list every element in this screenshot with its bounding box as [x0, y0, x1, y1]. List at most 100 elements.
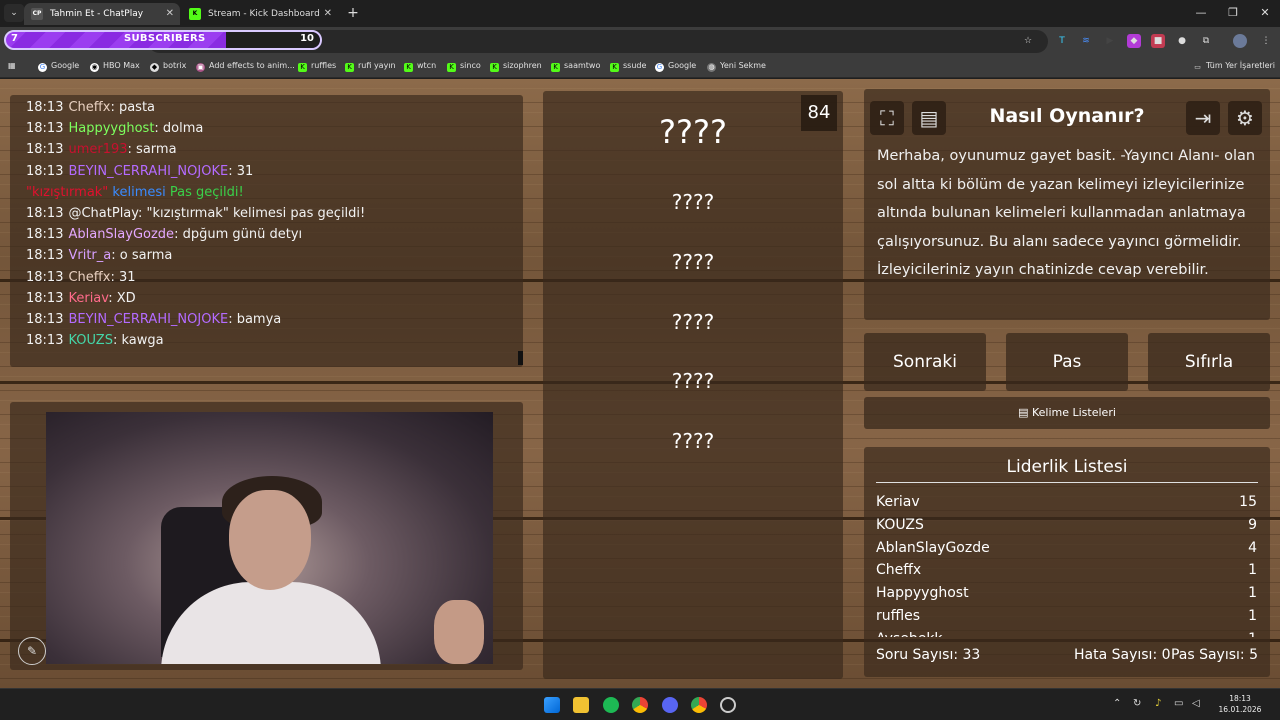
chat-username[interactable]: KOUZS	[68, 333, 113, 348]
chat-message: 18:13 BEYIN_CERRAHI_NOJOKE: 31	[26, 161, 507, 182]
chat-message: 18:13 Vritr_a: o sarma	[26, 245, 507, 266]
chat-username[interactable]: AblanSlayGozde	[68, 227, 174, 242]
purple-extension-icon[interactable]: ◆	[1127, 34, 1141, 48]
chat-timestamp: 18:13	[26, 163, 64, 179]
chat-username[interactable]: Keriav	[68, 291, 108, 306]
red-extension-icon[interactable]: ■	[1151, 34, 1165, 48]
record-extension-icon[interactable]: ●	[1175, 34, 1189, 48]
chat-timestamp: 18:13	[26, 312, 64, 328]
leaderboard-score: 1	[1248, 607, 1257, 624]
chat-timestamp: 18:13	[26, 121, 64, 137]
close-window-icon[interactable]: ✕	[1250, 4, 1280, 22]
microphone-icon[interactable]: ♪	[1155, 698, 1161, 709]
chat-timestamp: 18:13	[26, 206, 64, 222]
leaderboard-list[interactable]: Keriav 15 KOUZS 9 AblanSlayGozde 4 Cheffx 1 Happ…	[876, 491, 1257, 637]
leaderboard-row: Happyyghost 1	[876, 582, 1257, 605]
chrome-icon[interactable]	[632, 697, 648, 713]
app-icon[interactable]	[720, 697, 736, 713]
bookmark-wtcn[interactable]: Kwtcn	[404, 61, 436, 72]
bookmark-google[interactable]: G Google	[38, 61, 79, 72]
bookmark-ruffles[interactable]: Kruffles	[298, 61, 336, 72]
subscriber-goal-widget: 7 SUBSCRIBERS 10	[4, 30, 322, 50]
how-to-play-text: Merhaba, oyunumuz gayet basit. -Yayıncı …	[877, 148, 1256, 278]
bookmark-rufi-yayin[interactable]: Krufi yayın	[345, 61, 396, 72]
chat-message: 18:13 KOUZS: kawga	[26, 330, 507, 351]
bookmark-saamtwo[interactable]: Ksaamtwo	[551, 61, 600, 72]
subscriber-goal: 10	[300, 33, 314, 44]
tab-chatplay[interactable]: CP Tahmin Et - ChatPlay ✕	[24, 3, 180, 25]
chat-username[interactable]: BEYIN_CERRAHI_NOJOKE	[68, 164, 228, 179]
tray-chevron-icon[interactable]: ⌃	[1113, 698, 1121, 709]
all-bookmarks[interactable]: ▭ Tüm Yer İşaretleri	[1193, 61, 1275, 72]
browser-toolbar: net 7 SUBSCRIBERS 10 ☆ T ≋ ▶ ◆ ■ ● ⧉ ⋮	[0, 27, 1280, 56]
minimize-icon[interactable]: —	[1186, 4, 1216, 22]
pass-button[interactable]: Pas	[1006, 333, 1128, 391]
profile-avatar-icon[interactable]	[1233, 34, 1247, 48]
tray-app-icon[interactable]: ↻	[1133, 698, 1141, 709]
chat-messages: 18:13 Cheffx: pasta 18:13 Happyyghost: dolm…	[26, 97, 507, 351]
new-tab-icon[interactable]: +	[344, 3, 362, 23]
bookmark-sizophren[interactable]: Ksizophren	[490, 61, 542, 72]
chat-text: : dpğum günü detyı	[174, 227, 303, 243]
leaderboard-row: Aysebekk 1	[876, 628, 1257, 637]
close-icon[interactable]: ✕	[324, 3, 332, 25]
logout-icon[interactable]: ⇥	[1186, 101, 1220, 135]
chat-text: : "kızıştırmak" kelimesi pas geçildi!	[138, 206, 366, 222]
extensions-puzzle-icon[interactable]: ⧉	[1199, 34, 1213, 48]
chat-username[interactable]: Cheffx	[68, 270, 110, 285]
file-explorer-icon[interactable]	[573, 697, 589, 713]
chat-username[interactable]: @ChatPlay	[68, 206, 138, 221]
leaderboard-score: 1	[1248, 585, 1257, 602]
chat-text: : 31	[110, 269, 136, 285]
chat-message: 18:13 Cheffx: 31	[26, 267, 507, 288]
how-to-play-panel: ⛶ ▤ Nasıl Oynanır? ⇥ ⚙ Merhaba, oyunumuz…	[864, 89, 1270, 320]
windows-start-icon[interactable]	[544, 697, 560, 713]
chat-username[interactable]: Vritr_a	[68, 248, 111, 263]
tab-label: Stream - Kick Dashboard	[208, 9, 320, 19]
play-extension-icon[interactable]: ▶	[1103, 34, 1117, 48]
next-button[interactable]: Sonraki	[864, 333, 986, 391]
notebook-icon: ▤	[1018, 406, 1032, 419]
bookmark-hbo[interactable]: ◉ HBO Max	[90, 61, 140, 72]
network-icon[interactable]: ▭	[1174, 698, 1183, 709]
leaderboard-score: 9	[1248, 516, 1257, 533]
word-lists-button[interactable]: ▤ Kelime Listeleri	[864, 397, 1270, 429]
chat-username[interactable]: BEYIN_CERRAHI_NOJOKE	[68, 312, 228, 327]
reset-button[interactable]: Sıfırla	[1148, 333, 1270, 391]
discord-icon[interactable]	[662, 697, 678, 713]
bookmark-botrix[interactable]: ◆ botrix	[150, 61, 186, 72]
volume-icon[interactable]: ◁	[1192, 698, 1200, 709]
bookmark-ssude[interactable]: Kssude	[610, 61, 646, 72]
restore-icon[interactable]: ❐	[1218, 4, 1248, 22]
system-clock[interactable]: 18:13 16.01.2026	[1210, 693, 1270, 715]
chat-username[interactable]: Happyyghost	[68, 121, 154, 136]
close-icon[interactable]: ✕	[166, 3, 174, 25]
chat-username[interactable]: umer193	[68, 142, 127, 157]
leaderboard-score: 1	[1248, 628, 1257, 637]
more-menu-icon[interactable]: ⋮	[1259, 34, 1273, 48]
chat-panel: 18:13 Cheffx: pasta 18:13 Happyyghost: dolm…	[10, 95, 523, 367]
chat-text: : o sarma	[111, 248, 173, 264]
kick-favicon-icon: K	[189, 8, 201, 20]
chat-scrollbar[interactable]	[518, 351, 523, 365]
bookmark-yeni-sekme[interactable]: ◍ Yeni Sekme	[707, 61, 766, 72]
chat-username[interactable]: Cheffx	[68, 100, 110, 115]
webcam-person-head	[229, 490, 311, 590]
translate-extension-icon[interactable]: T	[1055, 34, 1069, 48]
leaderboard-name: Aysebekk	[876, 631, 943, 637]
bookmark-sinco[interactable]: Ksinco	[447, 61, 481, 72]
settings-gear-icon[interactable]: ⚙	[1228, 101, 1262, 135]
tab-kick-dashboard[interactable]: K Stream - Kick Dashboard ✕	[182, 3, 338, 25]
spotify-icon[interactable]	[603, 697, 619, 713]
audio-extension-icon[interactable]: ≋	[1079, 34, 1093, 48]
bookmark-google-2[interactable]: G Google	[655, 61, 696, 72]
apps-grid-icon[interactable]: ▦	[8, 61, 16, 70]
tab-search-icon[interactable]: ⌄	[4, 4, 24, 22]
star-icon[interactable]: ☆	[1021, 34, 1035, 48]
chrome-active-icon[interactable]	[691, 697, 707, 713]
chat-timestamp: 18:13	[26, 333, 64, 349]
chat-timestamp: 18:13	[26, 100, 64, 115]
pin-icon[interactable]: ✎	[18, 637, 46, 665]
forbidden-word: ????	[671, 250, 715, 274]
bookmark-effects[interactable]: ▣ Add effects to anim...	[196, 61, 295, 72]
